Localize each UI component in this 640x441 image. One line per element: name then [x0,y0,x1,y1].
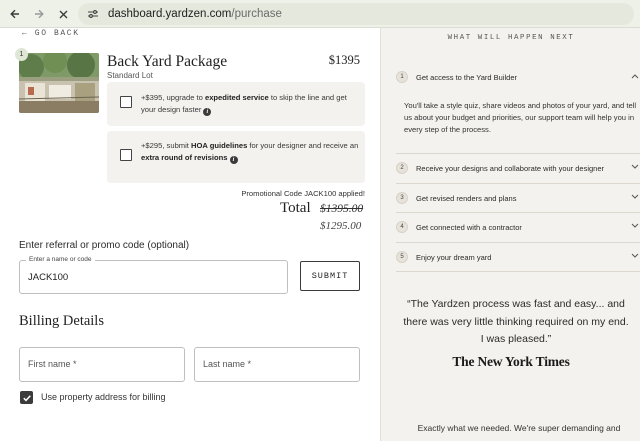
nyt-logo: The New York Times [452,354,570,369]
addon-hoa-guidelines[interactable]: +$295, submit HOA guidelines for your de… [107,131,365,183]
divider [396,153,640,154]
first-name-placeholder: First name * [28,359,77,369]
package-quantity-badge: 1 [15,48,28,61]
chevron-down-icon[interactable] [631,222,639,230]
what-happens-next-heading: WHAT WILL HAPPEN NEXT [447,34,575,42]
addon-text-bold: HOA guidelines [191,141,248,150]
hoa-guidelines-text: +$295, submit HOA guidelines for your de… [141,140,359,165]
step-label: Get connected with a contractor [416,222,522,232]
stop-loading-icon[interactable] [54,5,72,23]
promo-code-value[interactable]: JACK100 [28,272,68,283]
step-label: Enjoy your dream yard [416,252,492,262]
promo-code-heading: Enter referral or promo code (optional) [19,240,190,251]
chevron-down-icon[interactable] [631,252,639,260]
addon-expedited-service[interactable]: +$395, upgrade to expedited service to s… [107,82,365,126]
chevron-down-icon[interactable] [631,193,639,201]
step-1-accordion[interactable]: 1 Get access to the Yard Builder [396,67,640,87]
expedited-service-text: +$395, upgrade to expedited service to s… [141,92,359,117]
url-text: dashboard.yardzen.com/purchase [108,8,282,20]
forward-arrow-icon[interactable] [30,5,48,23]
addon-text-bold: expedited service [204,93,269,102]
step-number: 1 [396,71,408,83]
last-name-placeholder: Last name * [203,359,252,369]
use-property-address-label[interactable]: Use property address for billing [41,392,166,402]
divider [396,271,640,272]
url-domain: dashboard.yardzen.com [108,8,232,20]
package-thumbnail [19,53,99,113]
addon-text-prefix: +$295, submit [141,141,192,150]
step-label: Get access to the Yard Builder [416,72,518,82]
step-label: Get revised renders and plans [416,193,517,203]
step-3-accordion[interactable]: 3 Get revised renders and plans [396,188,640,208]
chevron-down-icon[interactable] [631,163,639,171]
step-number: 3 [396,192,408,204]
info-icon[interactable]: i [229,156,238,165]
step-number: 2 [396,162,408,174]
first-name-field[interactable]: First name * [19,347,185,382]
step-label: Receive your designs and collaborate wit… [416,163,605,173]
promo-applied-message: Promotional Code JACK100 applied! [241,189,365,198]
divider [396,183,640,184]
divider [396,212,640,213]
divider [396,242,640,243]
what-happens-next-panel: WHAT WILL HAPPEN NEXT 1 Get access to th… [380,28,640,441]
order-summary-column: ← GO BACK 1 Back Yard Package Standard L… [0,28,380,441]
address-bar[interactable]: dashboard.yardzen.com/purchase [78,3,634,25]
total-label: Total [280,200,311,216]
total-discounted-price: $1295.00 [320,220,362,232]
url-path: /purchase [231,8,282,20]
hoa-guidelines-checkbox[interactable] [120,149,132,161]
step-number: 4 [396,221,408,233]
promo-code-input[interactable]: Enter a name or code JACK100 [19,256,288,294]
package-title: Back Yard Package [107,53,228,70]
addon-text-mid: for your designer and receive an [247,141,359,150]
site-settings-icon[interactable] [86,7,100,21]
addon-text-bold-2: extra round of revisions [141,153,228,163]
total-original-price: $1395.00 [320,203,364,215]
use-property-address-checkbox[interactable] [20,391,33,404]
submit-promo-button[interactable]: SUBMIT [300,261,360,291]
customer-review-text: Exactly what we needed. We're super dema… [417,423,621,433]
last-name-field[interactable]: Last name * [194,347,360,382]
billing-details-heading: Billing Details [19,313,104,329]
step-number: 5 [396,251,408,263]
promo-code-field-label: Enter a name or code [26,256,95,263]
addon-text-prefix: +$395, upgrade to [141,93,205,102]
step-4-accordion[interactable]: 4 Get connected with a contractor [396,217,640,237]
chevron-up-icon[interactable] [631,72,639,80]
package-price: $1395 [328,53,360,67]
go-back-link[interactable]: ← GO BACK [22,29,80,38]
back-arrow-icon[interactable] [6,5,24,23]
info-icon[interactable]: i [203,108,212,117]
expedited-service-checkbox[interactable] [120,96,132,108]
checkmark-icon [22,394,31,401]
step-5-accordion[interactable]: 5 Enjoy your dream yard [396,247,640,267]
package-lot-size: Standard Lot [107,71,153,80]
step-2-accordion[interactable]: 2 Receive your designs and collaborate w… [396,158,640,178]
step-1-description: You'll take a style quiz, share videos a… [404,101,637,134]
testimonial-quote: “The Yardzen process was fast and easy..… [403,298,629,345]
browser-toolbar: dashboard.yardzen.com/purchase [0,0,640,28]
